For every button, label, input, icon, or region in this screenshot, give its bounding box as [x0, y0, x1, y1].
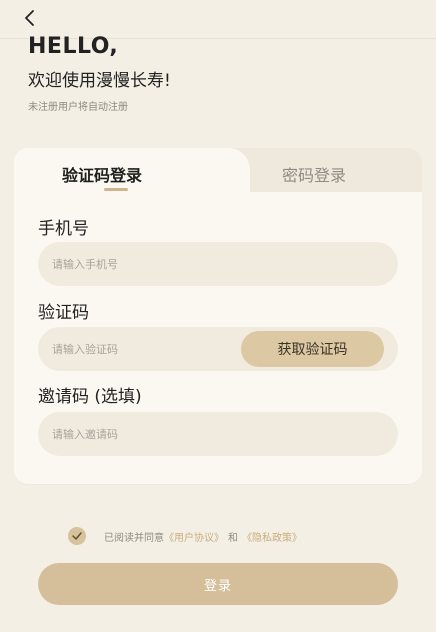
- welcome-title: 欢迎使用漫慢长寿!: [28, 71, 171, 91]
- checkmark-icon: [72, 532, 82, 540]
- agreement-row: 已阅读并同意 《用户协议》 和 《隐私政策》: [68, 527, 302, 545]
- tab-code-login[interactable]: 验证码登录: [62, 162, 143, 191]
- auto-register-note: 未注册用户将自动注册: [28, 102, 128, 113]
- get-code-button[interactable]: 获取验证码: [241, 331, 384, 367]
- user-agreement-link[interactable]: 《用户协议》: [164, 529, 224, 544]
- tab-password-login[interactable]: 密码登录: [282, 162, 346, 186]
- login-button[interactable]: 登录: [38, 563, 398, 605]
- privacy-policy-link[interactable]: 《隐私政策》: [242, 529, 302, 544]
- tab-code-login-label: 验证码登录: [62, 166, 143, 185]
- agreement-prefix: 已阅读并同意: [104, 532, 164, 544]
- hello-heading: HELLO,: [28, 34, 119, 59]
- chevron-left-icon: [25, 10, 34, 26]
- tab-password-login-label: 密码登录: [282, 166, 347, 185]
- invite-label: 邀请码 (选填): [38, 387, 142, 407]
- phone-label: 手机号: [38, 219, 89, 239]
- code-label: 验证码: [38, 303, 89, 323]
- tab-active-indicator: [104, 188, 128, 191]
- phone-input[interactable]: [38, 242, 398, 286]
- agreement-checkbox[interactable]: [68, 527, 86, 545]
- agreement-and: 和: [228, 532, 238, 544]
- back-button[interactable]: [18, 6, 42, 30]
- invite-code-input[interactable]: [38, 412, 398, 456]
